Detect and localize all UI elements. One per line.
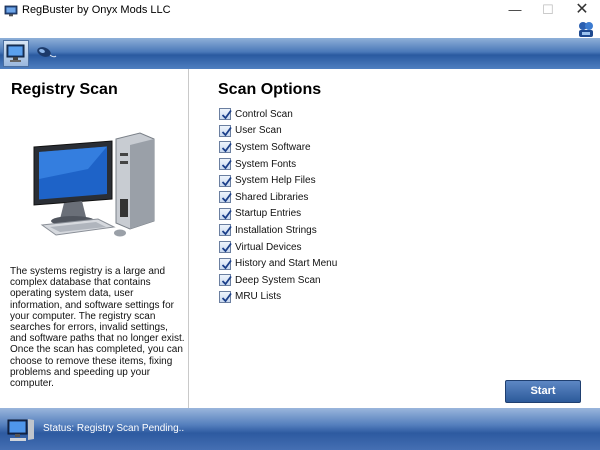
- toolbar-tools-button[interactable]: [32, 40, 58, 67]
- option-user-scan[interactable]: User Scan: [219, 123, 337, 140]
- checkbox[interactable]: [219, 290, 232, 303]
- option-installation-strings[interactable]: Installation Strings: [219, 222, 337, 239]
- checkbox[interactable]: [219, 141, 232, 154]
- option-control-scan[interactable]: Control Scan: [219, 106, 337, 123]
- onyx-agent-icon[interactable]: [576, 20, 596, 38]
- checkbox[interactable]: [219, 191, 232, 204]
- checkbox[interactable]: [219, 224, 232, 237]
- left-panel: Registry Scan The systems registry is a …: [0, 69, 189, 408]
- status-text: Status: Registry Scan Pending..: [43, 423, 185, 434]
- checkmark-icon: [221, 243, 232, 253]
- checkmark-icon: [221, 110, 232, 120]
- checkbox[interactable]: [219, 257, 232, 270]
- mouse-icon: [37, 47, 57, 58]
- option-label: Shared Libraries: [235, 191, 309, 203]
- panel-title: Registry Scan: [11, 81, 118, 98]
- checkbox[interactable]: [219, 108, 232, 121]
- option-system-software[interactable]: System Software: [219, 139, 337, 156]
- option-system-fonts[interactable]: System Fonts: [219, 156, 337, 173]
- close-button[interactable]: ✕: [567, 0, 597, 22]
- checkmark-icon: [221, 193, 232, 203]
- checkmark-icon: [221, 143, 232, 153]
- option-label: Virtual Devices: [235, 241, 302, 253]
- option-history-and-start-menu[interactable]: History and Start Menu: [219, 255, 337, 272]
- computer-scan-icon: [6, 44, 25, 62]
- checkbox[interactable]: [219, 174, 232, 187]
- option-label: System Software: [235, 141, 311, 153]
- status-bar: Status: Registry Scan Pending..: [0, 408, 600, 450]
- option-label: System Fonts: [235, 158, 297, 170]
- option-deep-system-scan[interactable]: Deep System Scan: [219, 272, 337, 289]
- option-shared-libraries[interactable]: Shared Libraries: [219, 189, 337, 206]
- option-label: Deep System Scan: [235, 274, 321, 286]
- desktop-computer-icon: [33, 132, 155, 237]
- computer-status-icon: [7, 419, 34, 441]
- option-mru-lists[interactable]: MRU Lists: [219, 289, 337, 306]
- toolbar-registry-scan-button[interactable]: [3, 40, 29, 67]
- option-label: Startup Entries: [235, 208, 302, 220]
- registry-description: The systems registry is a large and comp…: [10, 266, 185, 390]
- scan-options-title: Scan Options: [218, 81, 322, 98]
- toolbar: [0, 38, 600, 69]
- option-label: User Scan: [235, 125, 282, 137]
- option-label: System Help Files: [235, 175, 316, 187]
- scan-options-list: Control Scan User Scan System Software S…: [219, 106, 337, 305]
- option-label: Installation Strings: [235, 224, 317, 236]
- checkmark-icon: [221, 209, 232, 220]
- checkmark-icon: [221, 276, 232, 286]
- app-icon: [4, 5, 18, 17]
- checkmark-icon: [221, 126, 232, 137]
- option-label: MRU Lists: [235, 291, 282, 303]
- minimize-button[interactable]: —: [500, 0, 530, 22]
- checkmark-icon: [221, 259, 232, 270]
- checkmark-icon: [221, 160, 232, 170]
- option-startup-entries[interactable]: Startup Entries: [219, 206, 337, 223]
- start-button[interactable]: Start: [505, 380, 581, 403]
- option-virtual-devices[interactable]: Virtual Devices: [219, 239, 337, 256]
- title-bar: RegBuster by Onyx Mods LLC — ☐ ✕: [0, 0, 600, 24]
- option-system-help-files[interactable]: System Help Files: [219, 172, 337, 189]
- checkmark-icon: [221, 176, 232, 187]
- checkbox[interactable]: [219, 158, 232, 171]
- checkbox[interactable]: [219, 207, 232, 220]
- window-title: RegBuster by Onyx Mods LLC: [22, 4, 171, 16]
- option-label: History and Start Menu: [235, 258, 338, 270]
- checkbox[interactable]: [219, 124, 232, 137]
- maximize-button[interactable]: ☐: [533, 0, 563, 22]
- checkmark-icon: [221, 292, 232, 303]
- checkbox[interactable]: [219, 274, 232, 287]
- option-label: Control Scan: [235, 108, 293, 120]
- checkmark-icon: [221, 226, 232, 236]
- checkbox[interactable]: [219, 241, 232, 254]
